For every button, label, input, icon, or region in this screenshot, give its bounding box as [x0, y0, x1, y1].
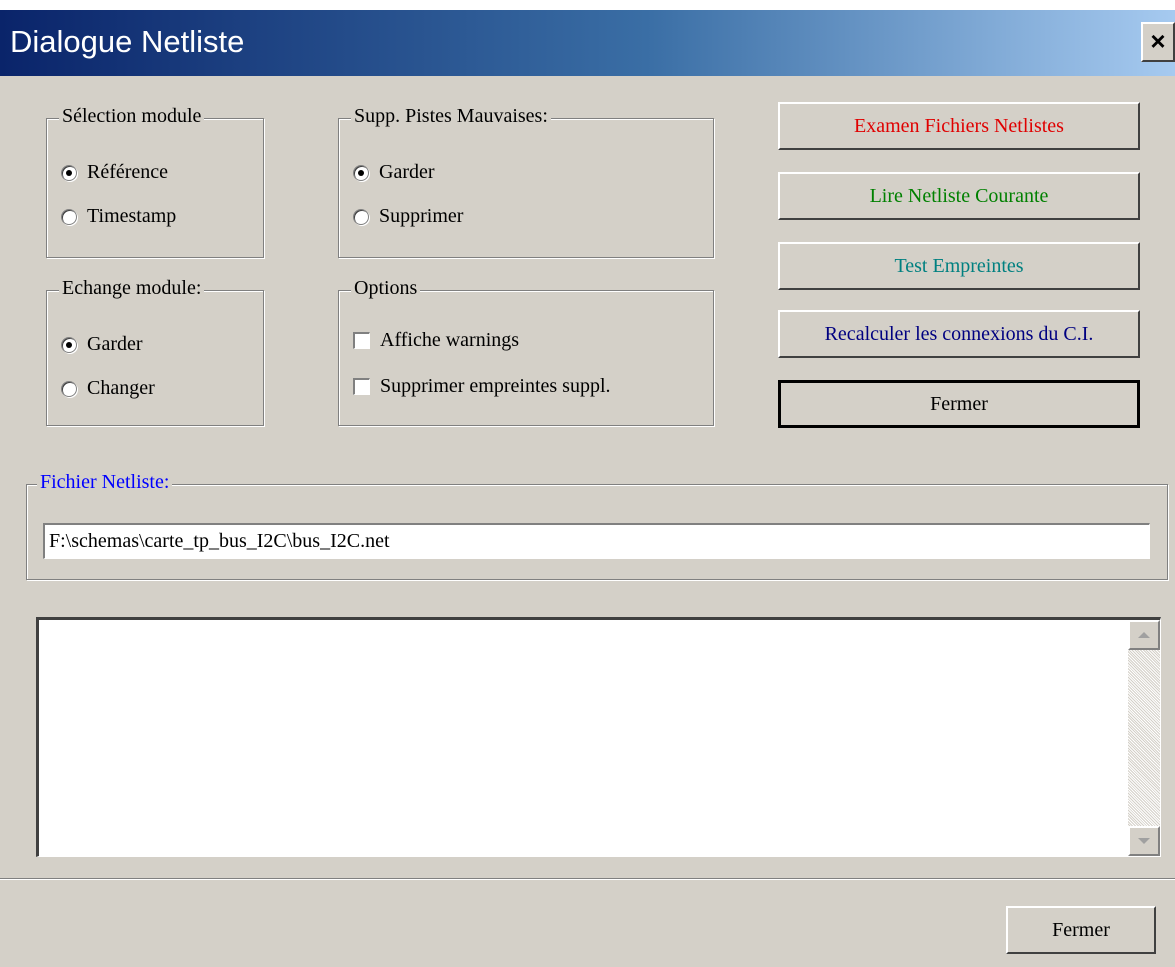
checkbox-delete-extra-footprints[interactable]: Supprimer empreintes suppl. [353, 375, 611, 398]
radio-keep-tracks[interactable]: Garder [353, 161, 435, 184]
radio-keep-tracks-label: Garder [379, 161, 435, 183]
radio-delete-tracks-label: Supprimer [379, 205, 464, 227]
module-exchange-title: Echange module: [59, 277, 205, 300]
netlist-file-title: Fichier Netliste: [37, 471, 173, 494]
radio-timestamp[interactable]: Timestamp [61, 205, 176, 228]
radio-change-module-indicator[interactable] [61, 380, 77, 397]
module-exchange-group: Echange module: Garder Changer [46, 277, 264, 426]
radio-delete-tracks[interactable]: Supprimer [353, 205, 463, 228]
arrow-up-icon [1138, 632, 1150, 638]
checkbox-show-warnings-label: Affiche warnings [380, 329, 520, 351]
radio-reference-indicator[interactable] [61, 164, 77, 181]
examine-netlists-label: Examen Fichiers Netlistes [854, 115, 1064, 137]
examine-netlists-button[interactable]: Examen Fichiers Netlistes [778, 102, 1140, 150]
options-group: Options Affiche warnings Supprimer empre… [338, 277, 714, 426]
radio-timestamp-indicator[interactable] [61, 208, 77, 225]
test-footprints-button[interactable]: Test Empreintes [778, 242, 1140, 290]
options-title: Options [351, 277, 421, 300]
close-bottom-button[interactable]: Fermer [1006, 906, 1156, 954]
test-footprints-label: Test Empreintes [894, 255, 1024, 277]
bad-tracks-title: Supp. Pistes Mauvaises: [351, 105, 551, 128]
messages-textarea[interactable] [36, 617, 1161, 857]
radio-timestamp-label: Timestamp [87, 205, 177, 227]
checkbox-delete-extra-footprints-label: Supprimer empreintes suppl. [380, 375, 611, 397]
arrow-down-icon [1138, 838, 1150, 844]
netlist-file-input[interactable]: F:\schemas\carte_tp_bus_I2C\bus_I2C.net [43, 523, 1150, 559]
bad-tracks-group: Supp. Pistes Mauvaises: Garder Supprimer [338, 105, 714, 258]
close-top-label: Fermer [930, 393, 988, 415]
radio-keep-module[interactable]: Garder [61, 333, 143, 356]
radio-keep-module-label: Garder [87, 333, 143, 355]
radio-reference-label: Référence [87, 161, 169, 183]
read-netlist-button[interactable]: Lire Netliste Courante [778, 172, 1140, 220]
module-selection-title: Sélection module [59, 105, 205, 128]
radio-keep-tracks-indicator[interactable] [353, 164, 369, 181]
scroll-up-button[interactable] [1128, 620, 1160, 650]
radio-reference[interactable]: Référence [61, 161, 168, 184]
window-title: Dialogue Netliste [10, 24, 245, 59]
close-top-button[interactable]: Fermer [778, 380, 1140, 428]
title-bar[interactable]: Dialogue Netliste × [0, 10, 1175, 76]
module-selection-group: Sélection module Référence Timestamp [46, 105, 264, 258]
recalculate-connections-button[interactable]: Recalculer les connexions du C.I. [778, 310, 1140, 358]
radio-keep-module-indicator[interactable] [61, 336, 77, 353]
checkbox-show-warnings-box[interactable] [353, 332, 370, 349]
messages-scrollbar[interactable] [1128, 620, 1160, 856]
close-window-button[interactable]: × [1141, 22, 1175, 62]
close-bottom-label: Fermer [1052, 919, 1110, 941]
read-netlist-label: Lire Netliste Courante [869, 185, 1049, 207]
close-icon: × [1150, 26, 1166, 56]
scroll-down-button[interactable] [1128, 826, 1160, 856]
footer-separator [0, 878, 1175, 880]
netlist-dialog: Dialogue Netliste × Sélection module Réf… [0, 10, 1175, 967]
radio-change-module[interactable]: Changer [61, 377, 155, 400]
netlist-file-group: Fichier Netliste: F:\schemas\carte_tp_bu… [26, 471, 1168, 580]
recalculate-connections-label: Recalculer les connexions du C.I. [824, 323, 1094, 345]
checkbox-show-warnings[interactable]: Affiche warnings [353, 329, 519, 352]
radio-delete-tracks-indicator[interactable] [353, 208, 369, 225]
radio-change-module-label: Changer [87, 377, 155, 399]
checkbox-delete-extra-footprints-box[interactable] [353, 378, 370, 395]
